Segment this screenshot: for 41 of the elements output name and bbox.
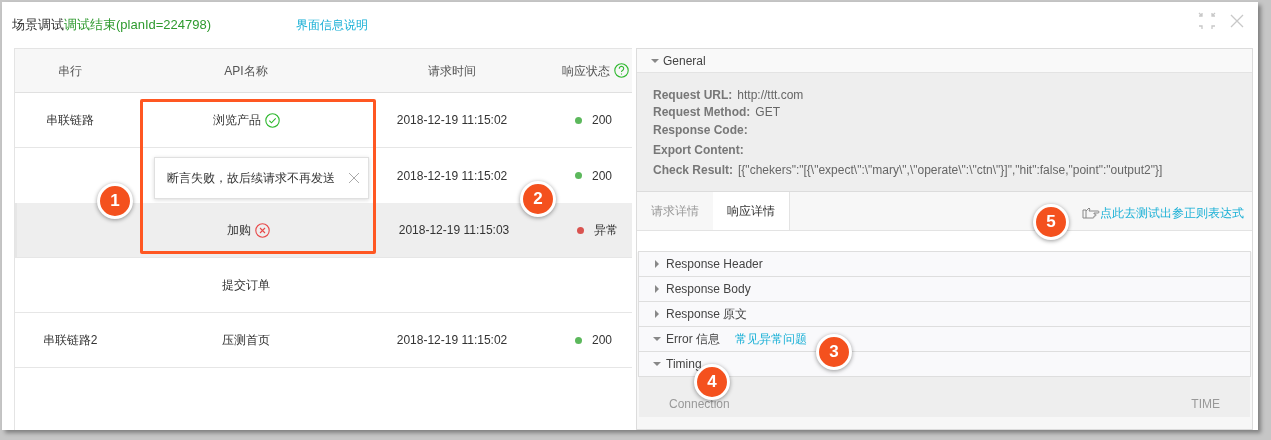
table-cell-text: 浏览产品 — [212, 112, 261, 129]
close-icon[interactable] — [1230, 14, 1244, 28]
status-text: 200 — [592, 167, 613, 185]
status-text: 200 — [592, 332, 613, 349]
status-text: 异常 — [594, 222, 618, 239]
field-value: GET — [755, 103, 780, 121]
column-header: 请求时间 — [428, 62, 476, 80]
table-cell-text: 提交订单 — [222, 277, 270, 294]
tab[interactable]: 响应详情 — [713, 192, 790, 230]
table-cell-text: 2018-12-19 11:15:02 — [396, 332, 508, 349]
field-value: http://ttt.com — [737, 86, 804, 104]
window-title: 场景调试 — [12, 16, 64, 35]
section-header[interactable]: Response 原文 — [638, 301, 1251, 327]
help-icon[interactable] — [613, 63, 629, 78]
column-header: 响应状态 — [561, 62, 610, 80]
column-header: API名称 — [224, 62, 268, 80]
section-title: General — [663, 52, 706, 70]
field-label: Request Method: — [653, 103, 751, 121]
collapse-icon[interactable] — [1198, 12, 1216, 30]
section-header[interactable]: Response Body — [638, 276, 1251, 302]
field-label: Export Content: — [653, 142, 744, 159]
field-value: [{"chekers":"[{\"expect\":\"mary\",\"operate\":\"ctn\"}]","hit":false,"point":"output2"}] — [738, 162, 1163, 179]
table-cell-text: 压测首页 — [222, 332, 270, 349]
field-label: Request URL: — [653, 86, 733, 104]
column-header: 串行 — [58, 62, 82, 80]
table-cell-text: 串联链路 — [46, 112, 94, 129]
field-label: Response Code: — [653, 122, 748, 139]
run-status: 调试结束(planId=224798) — [64, 16, 212, 35]
pointing-hand-icon — [1082, 207, 1100, 219]
table-cell-text: 加购 — [226, 222, 251, 239]
tooltip-text: 断言失败，故后续请求不再发送 — [167, 170, 335, 187]
table-cell-text: 2018-12-19 11:15:02 — [396, 112, 508, 129]
status-text: 200 — [592, 112, 613, 129]
table-cell-text: 2018-12-19 11:15:02 — [396, 167, 508, 185]
timing-column-header: Connection — [669, 396, 730, 413]
field-label: Check Result: — [653, 162, 734, 179]
close-icon[interactable] — [349, 173, 359, 183]
section-header[interactable]: Response Header — [638, 251, 1251, 277]
table-cell-text: 2018-12-19 11:15:03 — [398, 222, 510, 239]
timing-column-header: TIME — [1191, 396, 1220, 413]
table-cell-text: 串联链路2 — [42, 332, 98, 349]
